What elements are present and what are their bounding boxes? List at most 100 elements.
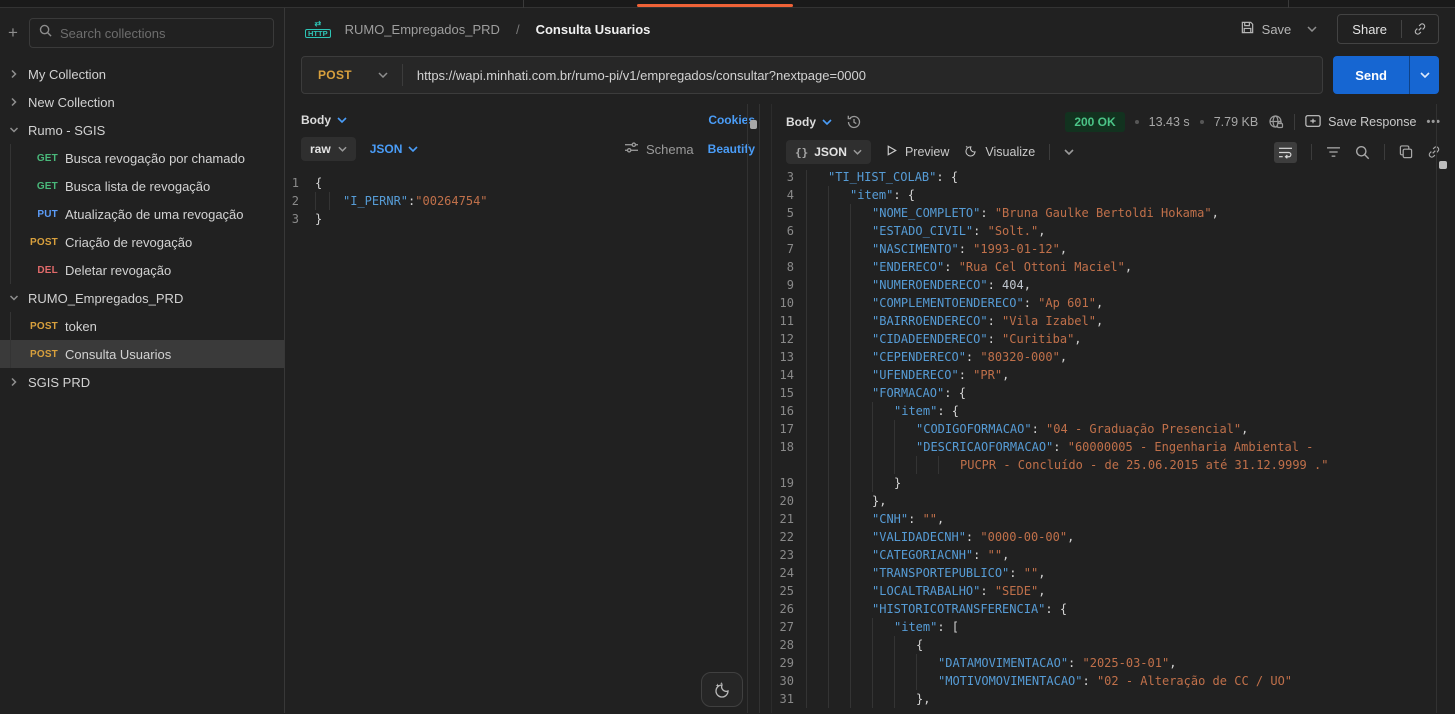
save-response-button[interactable]: Save Response	[1305, 114, 1416, 131]
code-token: "item"	[850, 188, 893, 202]
request-url-field[interactable]: POST https://wapi.minhati.com.br/rumo-pi…	[301, 56, 1323, 94]
breadcrumb-request-name[interactable]: Consulta Usuarios	[536, 22, 651, 37]
tree-request[interactable]: POSTConsulta Usuarios	[0, 340, 284, 368]
response-size[interactable]: 7.79 KB	[1214, 115, 1258, 129]
send-options-chevron[interactable]	[1409, 56, 1439, 94]
postman-app: + My Collection New Collection Rumo - SGIS…	[0, 0, 1455, 714]
code-token: :	[1009, 566, 1023, 580]
code-line: 12"CIDADEENDERECO": "Curitiba",	[772, 330, 1455, 348]
scrollbar-thumb[interactable]	[750, 120, 757, 129]
raw-dropdown[interactable]: raw	[301, 137, 356, 161]
tree-folder[interactable]: My Collection	[0, 60, 284, 88]
wrap-text-button[interactable]	[1274, 142, 1297, 163]
code-token: ,	[1024, 278, 1031, 292]
code-token: }	[894, 476, 901, 490]
code-token: : {	[936, 170, 958, 184]
indent-guide	[806, 636, 828, 654]
response-format-dropdown[interactable]: {} JSON	[786, 140, 871, 164]
save-options-chevron[interactable]	[1307, 26, 1317, 32]
filter-icon[interactable]	[1326, 146, 1341, 158]
code-line: 9"NUMEROENDERECO": 404,	[772, 276, 1455, 294]
response-body-dropdown[interactable]: Body	[786, 115, 832, 129]
save-icon	[1240, 20, 1255, 38]
visualize-label: Visualize	[985, 145, 1035, 159]
indent-guide	[828, 330, 850, 348]
format-dropdown[interactable]: JSON	[370, 142, 419, 156]
indent-guide	[828, 690, 850, 708]
code-token: :	[959, 368, 973, 382]
response-body-viewer[interactable]: 3"TI_HIST_COLAB": {4"item": {5"NOME_COMP…	[772, 170, 1455, 713]
tree-request[interactable]: DELDeletar revogação	[0, 256, 284, 284]
line-number: 5	[772, 204, 806, 222]
visualize-options-chevron[interactable]	[1064, 149, 1074, 155]
code-token: : {	[944, 386, 966, 400]
response-history-icon[interactable]	[846, 114, 862, 130]
indent-guide	[850, 438, 872, 456]
tree-request[interactable]: PUTAtualização de uma revogação	[0, 200, 284, 228]
chevron-right-icon[interactable]	[9, 69, 19, 79]
preview-button[interactable]: Preview	[885, 144, 949, 160]
code-token: :	[966, 350, 980, 364]
code-token: "VALIDADECNH"	[872, 530, 966, 544]
copy-response-icon[interactable]	[1399, 145, 1413, 159]
tree-folder[interactable]: New Collection	[0, 88, 284, 116]
response-time[interactable]: 13.43 s	[1149, 115, 1190, 129]
breadcrumb-collection[interactable]: RUMO_Empregados_PRD	[345, 22, 500, 37]
visualize-button[interactable]: Visualize	[963, 144, 1035, 161]
code-token: :	[908, 512, 922, 526]
tree-item-label: Busca revogação por chamado	[65, 151, 245, 166]
tree-folder[interactable]: SGIS PRD	[0, 368, 284, 396]
code-token: ,	[1002, 368, 1009, 382]
line-number: 7	[772, 240, 806, 258]
request-editor-scrollbar[interactable]	[747, 104, 760, 713]
chevron-right-icon[interactable]	[9, 377, 19, 387]
request-body-dropdown[interactable]: Body	[301, 113, 347, 127]
code-token: ""	[1024, 566, 1038, 580]
network-info-icon[interactable]	[1268, 114, 1284, 130]
chevron-down-icon[interactable]	[9, 293, 19, 303]
code-token: "Bruna Gaulke Bertoldi Hokama"	[995, 206, 1212, 220]
response-scrollbar[interactable]	[1436, 104, 1449, 713]
tree-folder[interactable]: RUMO_Empregados_PRD	[0, 284, 284, 312]
code-token: "FORMACAO"	[872, 386, 944, 400]
indent-guide	[850, 564, 872, 582]
search-collections-box[interactable]	[29, 18, 274, 48]
code-line: 2"I_PERNR":"00264754"	[285, 192, 771, 210]
send-button[interactable]: Send	[1333, 56, 1409, 94]
tree-request[interactable]: POSTtoken	[0, 312, 284, 340]
indent-guide	[806, 690, 828, 708]
status-badge[interactable]: 200 OK	[1065, 112, 1124, 132]
code-token: "ESTADO_CIVIL"	[872, 224, 973, 238]
indent-guide	[850, 420, 872, 438]
save-button[interactable]: Save	[1240, 20, 1292, 38]
indent-guide	[828, 618, 850, 636]
code-token: "UFENDERECO"	[872, 368, 959, 382]
tree-request[interactable]: GETBusca revogação por chamado	[0, 144, 284, 172]
tree-request[interactable]: POSTCriação de revogação	[0, 228, 284, 256]
code-token: "NASCIMENTO"	[872, 242, 959, 256]
request-body-editor[interactable]: 1{2"I_PERNR":"00264754"3}	[285, 169, 771, 713]
save-response-label: Save Response	[1328, 115, 1416, 129]
method-select[interactable]: POST	[302, 68, 402, 82]
tree-folder[interactable]: Rumo - SGIS	[0, 116, 284, 144]
postbot-button[interactable]	[701, 672, 743, 707]
indent-guide	[850, 636, 872, 654]
code-token: "LOCALTRABALHO"	[872, 584, 980, 598]
code-token: ,	[1241, 422, 1248, 436]
scrollbar-thumb[interactable]	[1439, 161, 1447, 169]
share-button[interactable]: Share	[1338, 15, 1401, 43]
tree-item-label: New Collection	[28, 95, 115, 110]
tree-request[interactable]: GETBusca lista de revogação	[0, 172, 284, 200]
indent-guide	[850, 276, 872, 294]
indent-guide	[828, 510, 850, 528]
tree-item-label: SGIS PRD	[28, 375, 90, 390]
schema-toggle[interactable]: Schema	[624, 141, 694, 157]
method-badge: DEL	[24, 265, 58, 276]
new-button[interactable]: +	[4, 24, 22, 42]
search-collections-input[interactable]	[60, 26, 264, 41]
search-response-icon[interactable]	[1355, 145, 1370, 160]
chevron-down-icon[interactable]	[9, 125, 19, 135]
url-input[interactable]: https://wapi.minhati.com.br/rumo-pi/v1/e…	[417, 68, 866, 83]
chevron-right-icon[interactable]	[9, 97, 19, 107]
copy-link-icon[interactable]	[1402, 15, 1438, 43]
